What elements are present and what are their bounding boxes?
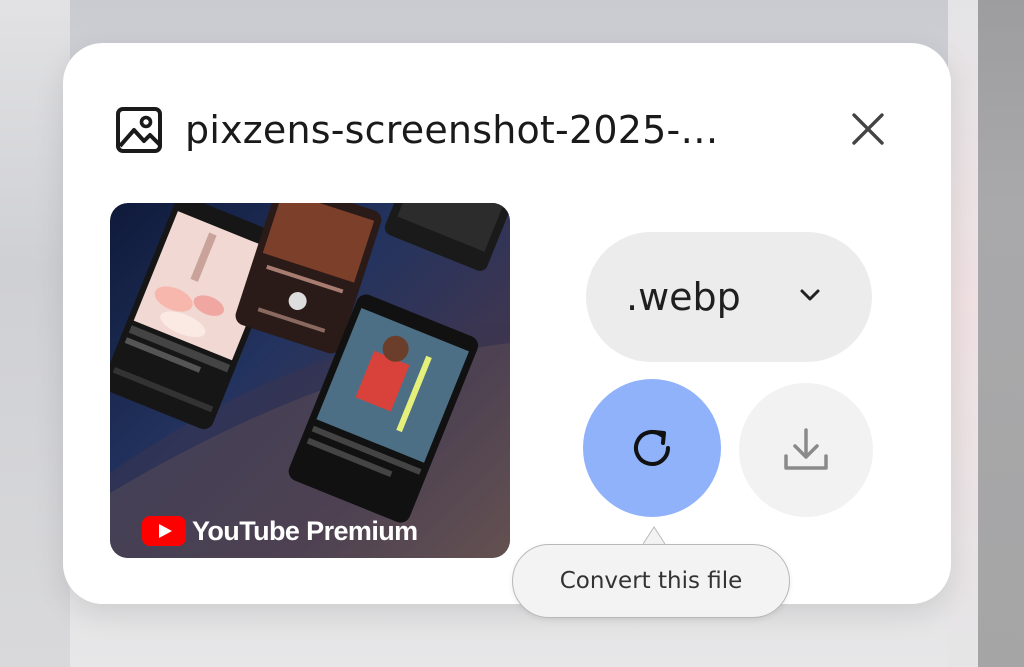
convert-button[interactable] (583, 379, 721, 517)
download-icon (784, 428, 828, 470)
image-icon (116, 107, 162, 153)
file-name: pixzens-screenshot-2025-… (185, 108, 719, 152)
close-button[interactable] (849, 110, 887, 148)
brand-text: YouTube Premium (192, 515, 418, 546)
download-button[interactable] (739, 383, 873, 517)
tooltip-arrow (643, 526, 665, 545)
background-right-edge (948, 0, 978, 667)
file-thumbnail: YouTube Premium (110, 203, 510, 558)
format-value: .webp (626, 275, 741, 319)
tooltip-text: Convert this file (559, 568, 743, 594)
youtube-premium-brand: YouTube Premium (142, 514, 418, 548)
youtube-logo-icon (142, 516, 186, 546)
format-select[interactable]: .webp (586, 232, 872, 362)
close-icon (852, 113, 884, 145)
thumbnail-artwork (110, 203, 510, 558)
background-right-panel (978, 0, 1024, 667)
file-convert-dialog: pixzens-screenshot-2025-… YouTube Premiu… (63, 43, 951, 604)
convert-tooltip: Convert this file (512, 544, 790, 618)
chevron-down-icon (800, 289, 820, 301)
background-left (0, 0, 70, 667)
refresh-icon (634, 430, 670, 466)
dialog-header: pixzens-screenshot-2025-… (115, 101, 895, 159)
